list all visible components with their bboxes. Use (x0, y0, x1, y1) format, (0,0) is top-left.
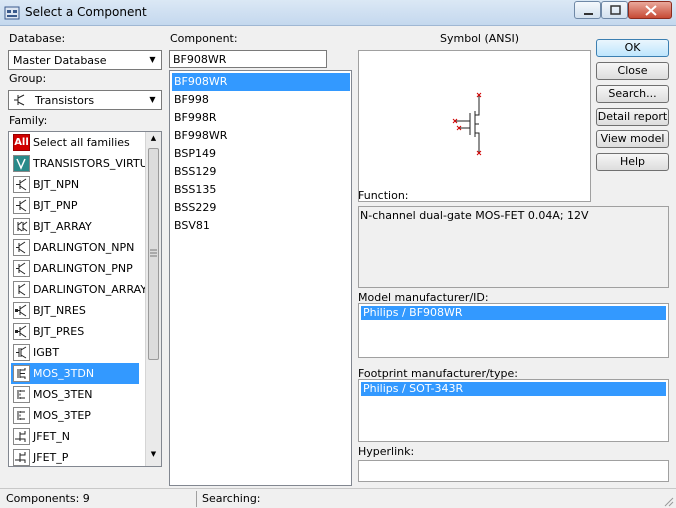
function-text: N-channel dual-gate MOS-FET 0.04A; 12V (360, 209, 589, 222)
npn-icon (13, 176, 30, 193)
maximize-icon (610, 5, 621, 15)
jfet-p-icon (13, 449, 30, 466)
title-bar: Select a Component (0, 0, 676, 26)
component-label: Component: (170, 32, 238, 45)
family-item-bjt-array[interactable]: BJT_ARRAY (11, 216, 139, 237)
minimize-button[interactable] (574, 1, 601, 19)
component-item[interactable]: BF908WR (172, 73, 350, 91)
darlington-array-icon (13, 281, 30, 298)
database-select[interactable]: Master Database ▼ (8, 50, 162, 70)
function-label: Function: (358, 189, 409, 202)
family-label: Family: (9, 114, 48, 127)
scroll-thumb[interactable] (148, 148, 159, 360)
family-item-mos-3tdn[interactable]: MOS_3TDN (11, 363, 139, 384)
status-divider (196, 491, 197, 507)
family-item-transistors-virtual[interactable]: TRANSISTORS_VIRTUAL (11, 153, 161, 174)
detail-report-button[interactable]: Detail report (596, 108, 669, 126)
transistor-icon (13, 93, 29, 107)
component-search-input[interactable]: BF908WR (169, 50, 327, 68)
all-icon: All (13, 134, 30, 151)
family-item-mos-3tep[interactable]: MOS_3TEP (11, 405, 139, 426)
symbol-preview (358, 50, 591, 202)
bjt-array-icon (13, 218, 30, 235)
resize-grip-icon[interactable] (662, 495, 674, 507)
component-item[interactable]: BSS229 (172, 199, 350, 217)
family-list[interactable]: All Select all families TRANSISTORS_VIRT… (8, 131, 162, 467)
footprint-list[interactable]: Philips / SOT-343R (358, 379, 669, 442)
footprint-item[interactable]: Philips / SOT-343R (361, 382, 666, 396)
hyperlink-field[interactable] (358, 460, 669, 482)
component-item[interactable]: BSS129 (172, 163, 350, 181)
search-button[interactable]: Search... (596, 85, 669, 103)
bjt-pres-icon (13, 323, 30, 340)
group-value: Transistors (35, 94, 95, 107)
close-window-button[interactable] (628, 1, 672, 19)
hyperlink-label: Hyperlink: (358, 445, 415, 458)
mos-3ten-icon (13, 386, 30, 403)
mos-3tep-icon (13, 407, 30, 424)
family-item-jfet-n[interactable]: JFET_N (11, 426, 139, 447)
view-model-button[interactable]: View model (596, 130, 669, 148)
ok-button[interactable]: OK (596, 39, 669, 57)
searching-status: Searching: (202, 492, 261, 505)
virtual-transistor-icon (13, 155, 30, 172)
component-item[interactable]: BSV81 (172, 217, 350, 235)
chevron-down-icon: ▼ (149, 55, 156, 64)
minimize-icon (584, 13, 593, 15)
status-bar: Components: 9 Searching: (0, 488, 676, 508)
group-label: Group: (9, 72, 47, 85)
dialog-body: Database: Master Database ▼ Group: Trans… (0, 26, 676, 488)
help-button[interactable]: Help (596, 153, 669, 171)
family-item-mos-3ten[interactable]: MOS_3TEN (11, 384, 139, 405)
component-item[interactable]: BF998WR (172, 127, 350, 145)
family-item-all[interactable]: All Select all families (11, 132, 139, 153)
family-item-bjt-pres[interactable]: BJT_PRES (11, 321, 139, 342)
chevron-down-icon: ▼ (149, 95, 156, 104)
family-item-darlington-array[interactable]: DARLINGTON_ARRAY (11, 279, 147, 300)
database-value: Master Database (13, 54, 107, 67)
jfet-n-icon (13, 428, 30, 445)
scroll-up-icon[interactable]: ▲ (148, 134, 159, 146)
mosfet-symbol-icon (452, 92, 482, 156)
window-title: Select a Component (25, 5, 147, 19)
mos-3tdn-icon (13, 365, 30, 382)
family-item-bjt-nres[interactable]: BJT_NRES (11, 300, 139, 321)
component-list[interactable]: BF908WR BF998 BF998R BF998WR BSP149 BSS1… (169, 70, 352, 486)
database-label: Database: (9, 32, 66, 45)
close-button[interactable]: Close (596, 62, 669, 80)
close-icon (645, 5, 657, 16)
family-item-igbt[interactable]: IGBT (11, 342, 139, 363)
darlington-pnp-icon (13, 260, 30, 277)
component-item[interactable]: BF998R (172, 109, 350, 127)
family-item-darlington-npn[interactable]: DARLINGTON_NPN (11, 237, 139, 258)
family-item-bjt-npn[interactable]: BJT_NPN (11, 174, 139, 195)
maximize-button[interactable] (601, 1, 628, 19)
components-count: Components: 9 (6, 492, 90, 505)
model-list[interactable]: Philips / BF908WR (358, 303, 669, 358)
app-icon (4, 5, 20, 21)
pnp-icon (13, 197, 30, 214)
group-select[interactable]: Transistors ▼ (8, 90, 162, 110)
family-item-darlington-pnp[interactable]: DARLINGTON_PNP (11, 258, 139, 279)
component-item[interactable]: BSP149 (172, 145, 350, 163)
symbol-label: Symbol (ANSI) (440, 32, 520, 45)
scroll-down-icon[interactable]: ▼ (148, 450, 159, 462)
family-scrollbar[interactable]: ▲ ▼ (145, 132, 161, 466)
function-box: N-channel dual-gate MOS-FET 0.04A; 12V (358, 206, 669, 288)
bjt-nres-icon (13, 302, 30, 319)
darlington-npn-icon (13, 239, 30, 256)
igbt-icon (13, 344, 30, 361)
family-item-bjt-pnp[interactable]: BJT_PNP (11, 195, 139, 216)
component-item[interactable]: BF998 (172, 91, 350, 109)
grip-icon (150, 249, 157, 257)
component-item[interactable]: BSS135 (172, 181, 350, 199)
family-item-jfet-p[interactable]: JFET_P (11, 447, 139, 466)
model-item[interactable]: Philips / BF908WR (361, 306, 666, 320)
